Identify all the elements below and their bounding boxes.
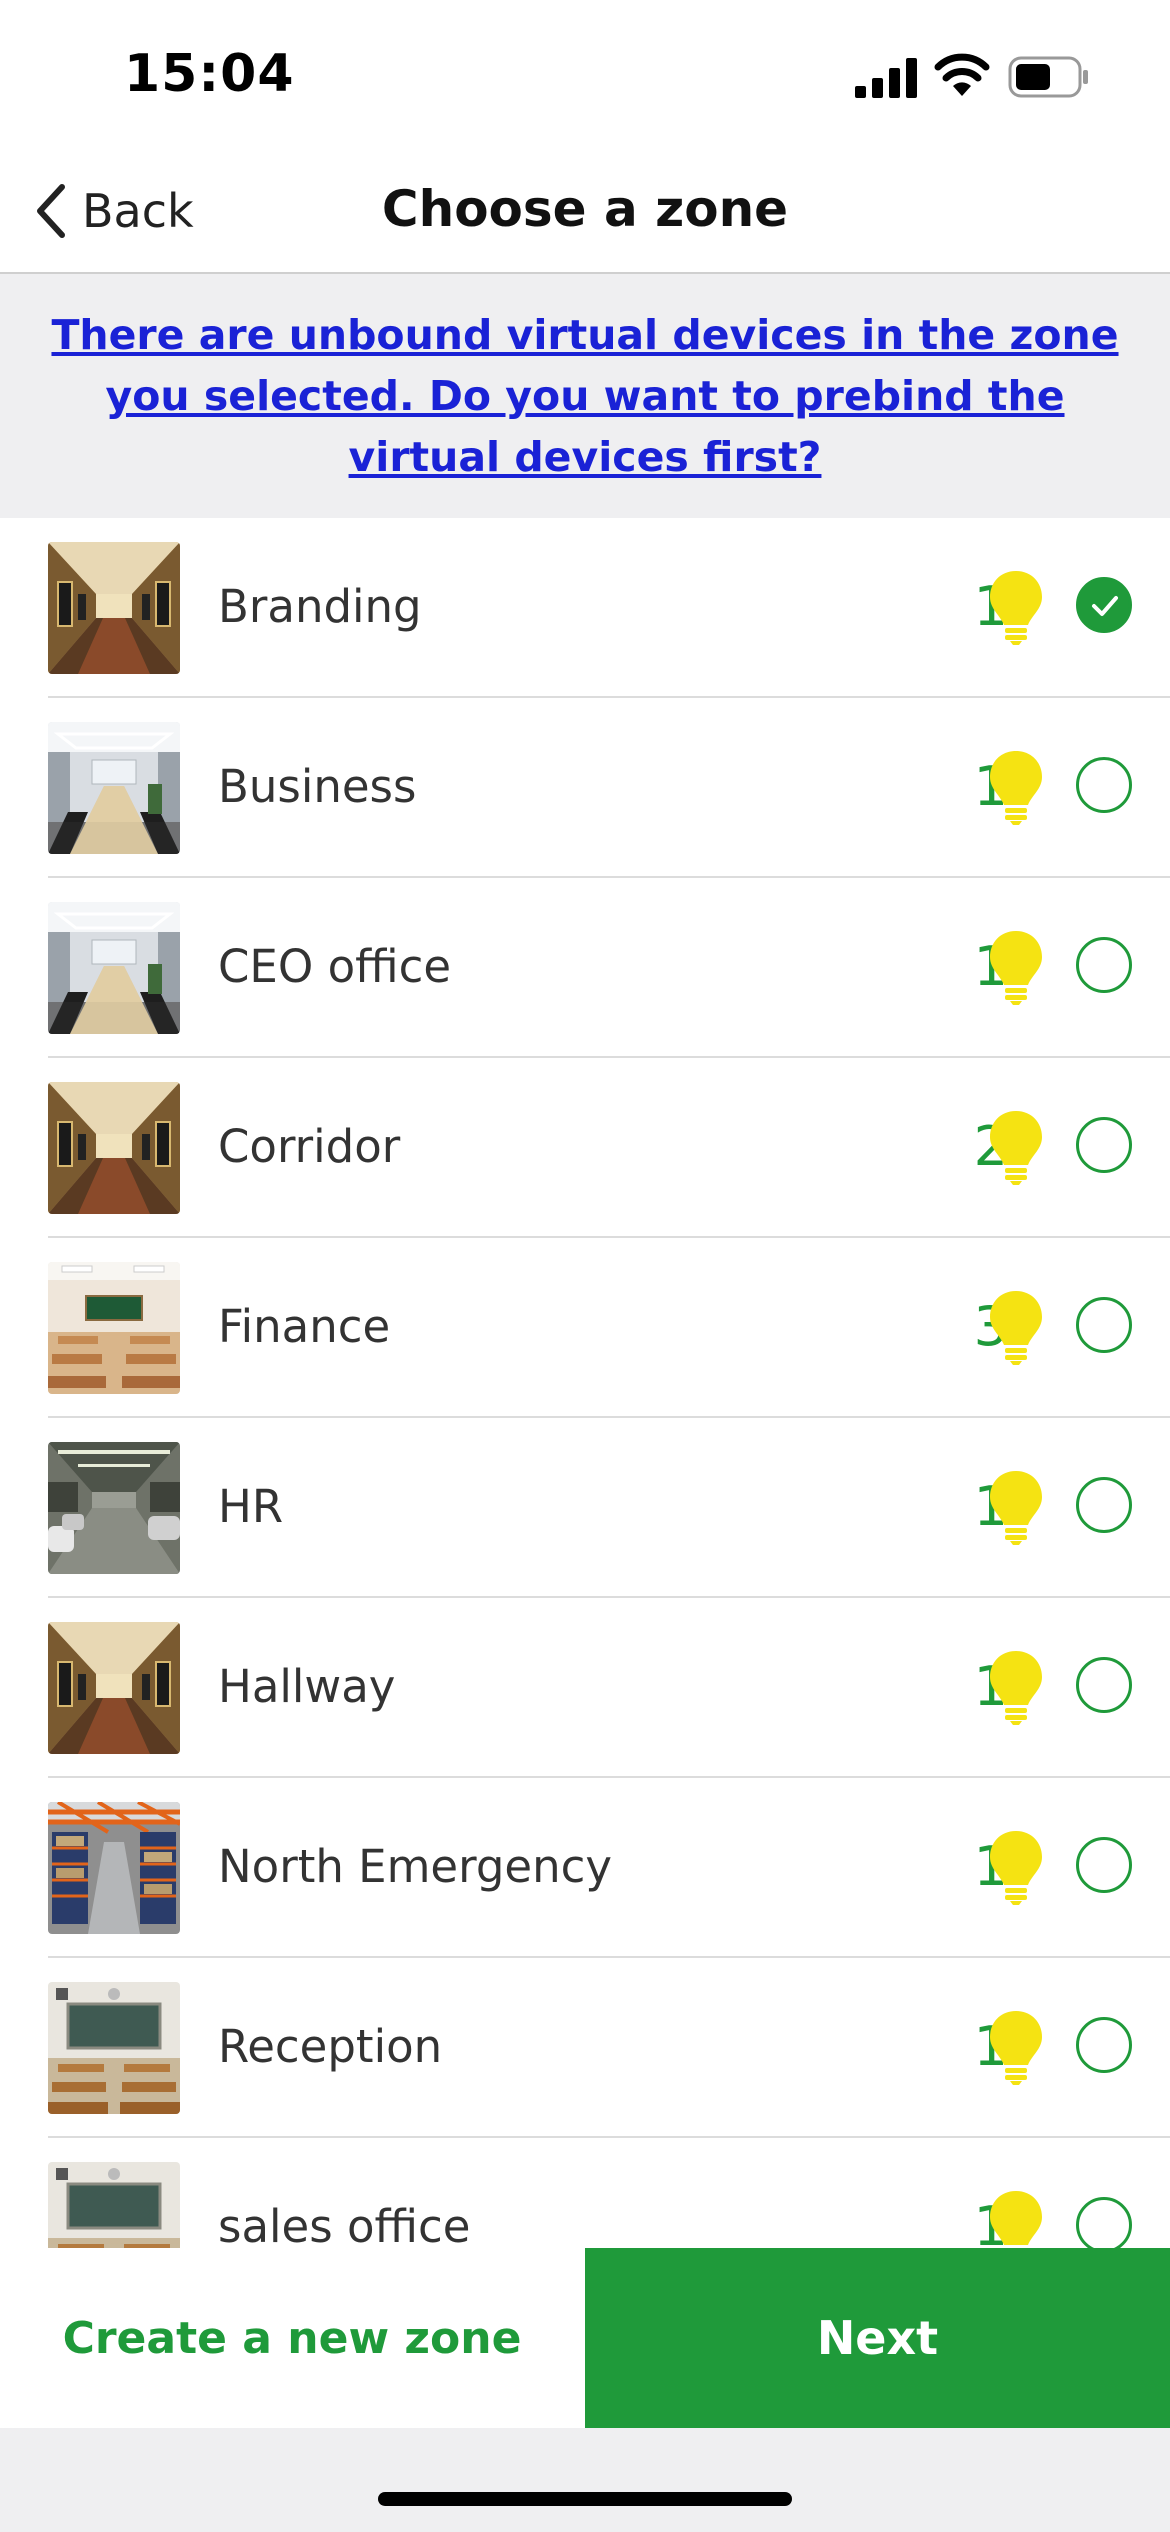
zone-thumbnail — [48, 1802, 180, 1934]
home-indicator[interactable] — [378, 2492, 792, 2506]
navigation-bar: Back Choose a zone — [0, 150, 1170, 274]
zone-name: North Emergency — [218, 1840, 612, 1893]
zone-radio[interactable] — [1076, 2197, 1132, 2248]
next-button[interactable]: Next — [585, 2248, 1170, 2428]
zone-radio[interactable] — [1076, 2017, 1132, 2073]
cellular-signal-icon — [855, 58, 917, 98]
zone-name: Reception — [218, 2020, 443, 2073]
zone-row[interactable]: Reception 1 — [48, 1958, 1170, 2138]
light-bulb-icon — [988, 1109, 1044, 1185]
zone-thumbnail — [48, 1622, 180, 1754]
zone-radio[interactable] — [1076, 1297, 1132, 1353]
zone-thumbnail — [48, 1262, 180, 1394]
zone-name: sales office — [218, 2200, 471, 2248]
zone-row[interactable]: Finance 3 — [48, 1238, 1170, 1418]
bottom-action-bar: Create a new zone Next — [0, 2248, 1170, 2428]
zone-row[interactable]: sales office1 — [48, 2138, 1170, 2248]
zone-radio[interactable] — [1076, 1117, 1132, 1173]
zone-row[interactable]: North Emergency 1 — [48, 1778, 1170, 1958]
light-bulb-icon — [988, 1649, 1044, 1725]
zone-radio[interactable] — [1076, 757, 1132, 813]
zone-thumbnail — [48, 2162, 180, 2248]
zone-name: CEO office — [218, 940, 452, 993]
light-bulb-icon — [988, 929, 1044, 1005]
zone-name: Business — [218, 760, 417, 813]
zone-name: Finance — [218, 1300, 391, 1353]
light-bulb-icon — [988, 2009, 1044, 2085]
light-bulb-icon — [988, 569, 1044, 645]
zone-thumbnail — [48, 1442, 180, 1574]
prebind-banner: There are unbound virtual devices in the… — [0, 274, 1170, 518]
zone-name: Branding — [218, 580, 422, 633]
light-bulb-icon — [988, 1289, 1044, 1365]
zone-row[interactable]: Corridor 2 — [48, 1058, 1170, 1238]
zone-name: HR — [218, 1480, 284, 1533]
home-indicator-area — [0, 2428, 1170, 2532]
light-bulb-icon — [988, 1829, 1044, 1905]
zone-radio[interactable] — [1076, 1837, 1132, 1893]
zone-thumbnail — [48, 542, 180, 674]
status-bar: 15:04 — [0, 0, 1170, 150]
light-bulb-icon — [988, 749, 1044, 825]
light-bulb-icon — [988, 1469, 1044, 1545]
checkmark-icon — [1092, 596, 1118, 616]
zone-thumbnail — [48, 722, 180, 854]
zone-name: Corridor — [218, 1120, 401, 1173]
zone-row[interactable]: Hallway 1 — [48, 1598, 1170, 1778]
zone-radio-selected[interactable] — [1076, 577, 1132, 633]
battery-icon — [1008, 56, 1088, 98]
zone-thumbnail — [48, 1082, 180, 1214]
zone-radio[interactable] — [1076, 937, 1132, 993]
status-time: 15:04 — [124, 44, 295, 104]
prebind-link[interactable]: There are unbound virtual devices in the… — [35, 305, 1135, 488]
page-title: Choose a zone — [381, 180, 789, 238]
zone-radio[interactable] — [1076, 1657, 1132, 1713]
zone-row[interactable]: Business 1 — [48, 698, 1170, 878]
zone-radio[interactable] — [1076, 1477, 1132, 1533]
zone-row[interactable]: CEO office 1 — [48, 878, 1170, 1058]
zone-thumbnail — [48, 1982, 180, 2114]
create-new-zone-button[interactable]: Create a new zone — [0, 2248, 584, 2428]
zone-list[interactable]: Branding 1 Business 1 CEO office 1 Corridor 2 Fi… — [0, 518, 1170, 2248]
light-bulb-icon — [988, 2189, 1044, 2248]
zone-thumbnail — [48, 902, 180, 1034]
zone-row[interactable]: Branding 1 — [48, 518, 1170, 698]
zone-name: Hallway — [218, 1660, 396, 1713]
wifi-icon — [934, 53, 990, 96]
zone-row[interactable]: HR 1 — [48, 1418, 1170, 1598]
